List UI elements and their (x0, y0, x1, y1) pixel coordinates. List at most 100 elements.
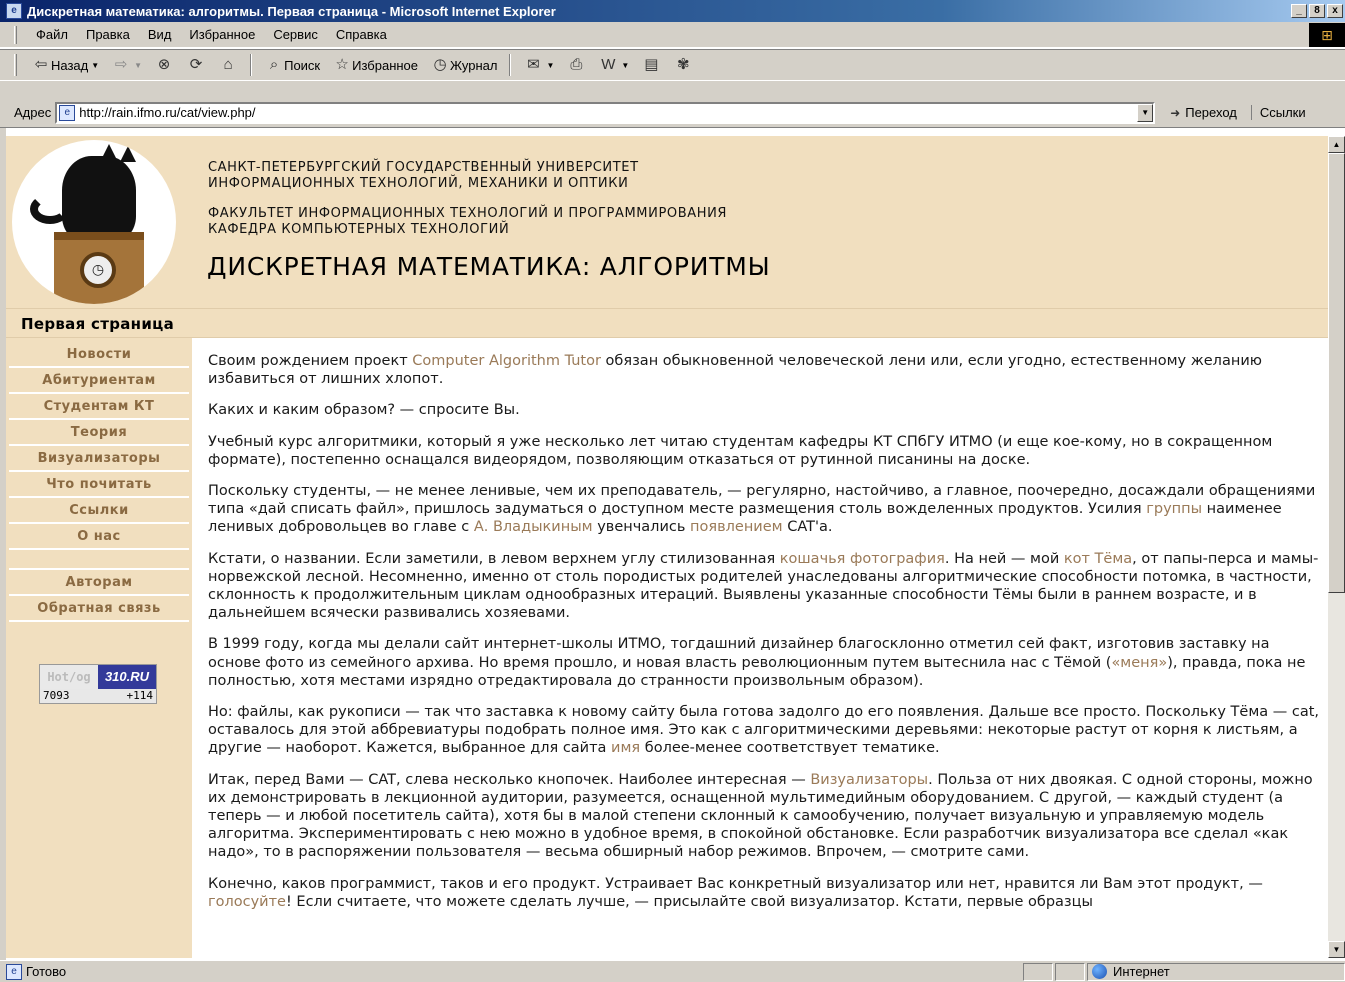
window-titlebar: e Дискретная математика: алгоритмы. Перв… (0, 0, 1345, 22)
text: Итак, перед Вами — CAT, слева несколько … (208, 771, 811, 788)
text: более-менее соответствует тематике. (640, 740, 940, 757)
menu-help[interactable]: Справка (327, 27, 396, 42)
forward-button[interactable]: ⇨ ▼ (105, 53, 148, 77)
stop-button[interactable]: ⊗ (148, 53, 180, 77)
sidebar-item-theory[interactable]: Теория (9, 422, 189, 446)
forward-dropdown-icon[interactable]: ▼ (134, 61, 142, 70)
messenger-button[interactable]: ✾ (667, 53, 699, 77)
vote-link[interactable]: голосуйте (208, 894, 286, 910)
faculty-name: ФАКУЛЬТЕТ ИНФОРМАЦИОННЫХ ТЕХНОЛОГИЙ И ПР… (208, 206, 727, 238)
sidebar-item-applicants[interactable]: Абитуриентам (9, 370, 189, 394)
text: Конечно, каков программист, таков и его … (208, 875, 1263, 892)
home-button[interactable]: ⌂ (212, 53, 244, 77)
sidebar-item-news[interactable]: Новости (9, 344, 189, 368)
scroll-down-button[interactable]: ▼ (1328, 941, 1345, 958)
counter-today: +114 (126, 689, 154, 702)
go-label: Переход (1185, 105, 1237, 120)
address-label: Адрес (14, 105, 52, 120)
back-button[interactable]: ⇦ Назад ▼ (25, 53, 105, 77)
back-dropdown-icon[interactable]: ▼ (91, 61, 99, 70)
university-line1: САНКТ-ПЕТЕРБУРГСКИЙ ГОСУДАРСТВЕННЫЙ УНИВ… (208, 160, 639, 175)
toolbar-separator (509, 54, 512, 76)
sidebar-item-visualizers[interactable]: Визуализаторы (9, 448, 189, 472)
text: Своим рождением проект (208, 353, 413, 369)
me-link[interactable]: «меня» (1111, 655, 1167, 671)
history-button[interactable]: ◷ Журнал (424, 53, 503, 77)
cat-silhouette (62, 156, 136, 242)
paragraph: Конечно, каков программист, таков и его … (208, 875, 1324, 911)
windows-logo-icon: ⊞ (1309, 22, 1345, 47)
status-cell (1023, 962, 1053, 981)
cat-project-link[interactable]: Computer Algorithm Tutor (412, 353, 601, 369)
group-link[interactable]: группы (1146, 501, 1202, 517)
discuss-button[interactable]: ▤ (635, 53, 667, 77)
menu-favorites[interactable]: Избранное (180, 27, 264, 42)
vertical-scrollbar[interactable]: ▲ ▼ (1328, 136, 1345, 958)
back-arrow-icon: ⇦ (34, 56, 48, 73)
refresh-icon: ⟳ (189, 56, 203, 73)
menu-edit[interactable]: Правка (77, 27, 139, 42)
links-button[interactable]: Ссылки (1250, 105, 1306, 120)
ie-icon: e (6, 3, 22, 19)
sidebar-item-feedback[interactable]: Обратная связь (9, 598, 189, 622)
cat-logo[interactable]: ◷ (12, 140, 176, 304)
page-viewport: ◷ САНКТ-ПЕТЕРБУРГСКИЙ ГОСУДАРСТВЕННЫЙ УН… (6, 136, 1328, 958)
sidebar-item-links[interactable]: Ссылки (9, 500, 189, 524)
standard-toolbar: ⇦ Назад ▼ ⇨ ▼ ⊗ ⟳ ⌂ ⌕ Поиск ☆ Избранное … (0, 49, 1345, 81)
sidebar-item-students[interactable]: Студентам КТ (9, 396, 189, 420)
visualizers-link[interactable]: Визуализаторы (810, 772, 928, 788)
edit-dropdown-icon[interactable]: ▼ (621, 61, 629, 70)
toolbar-grip[interactable] (14, 54, 17, 76)
paragraph: Поскольку студенты, — не менее ленивые, … (208, 482, 1324, 537)
go-button[interactable]: ➜ Переход (1165, 103, 1237, 123)
address-input[interactable]: e http://rain.ifmo.ru/cat/view.php/ ▼ (55, 101, 1156, 124)
favorites-icon: ☆ (335, 56, 349, 73)
hotlog-counter[interactable]: Hot/og 310.RU 7093 +114 (39, 664, 157, 704)
refresh-button[interactable]: ⟳ (180, 53, 212, 77)
address-url[interactable]: http://rain.ifmo.ru/cat/view.php/ (79, 105, 1137, 120)
search-button[interactable]: ⌕ Поиск (258, 53, 326, 77)
text: ! Если считаете, что можете сделать лучш… (285, 893, 1093, 910)
menu-tools[interactable]: Сервис (264, 27, 327, 42)
print-button[interactable]: ⎙ (560, 53, 592, 77)
page-title: Первая страница (21, 315, 174, 333)
globe-icon (1092, 964, 1107, 979)
minimize-button[interactable]: _ (1291, 4, 1307, 18)
discuss-icon: ▤ (644, 56, 659, 73)
word-icon: W (601, 56, 616, 73)
name-link[interactable]: имя (611, 740, 640, 756)
menu-grip[interactable] (14, 25, 17, 44)
clock-icon: ◷ (80, 252, 116, 288)
sidebar-divider (9, 552, 189, 570)
search-label: Поиск (284, 57, 321, 73)
mail-button[interactable]: ✉ ▼ (517, 53, 560, 77)
status-bar: e Готово Интернет (0, 960, 1345, 982)
site-header: ◷ САНКТ-ПЕТЕРБУРГСКИЙ ГОСУДАРСТВЕННЫЙ УН… (6, 136, 1328, 308)
favorites-button[interactable]: ☆ Избранное (326, 53, 424, 77)
cat-photo-link[interactable]: кошачья фотография (780, 551, 945, 567)
page-icon: e (59, 104, 76, 121)
sidebar-item-authors[interactable]: Авторам (9, 572, 189, 596)
page-done-icon: e (6, 963, 22, 980)
sidebar-item-reading[interactable]: Что почитать (9, 474, 189, 498)
main-content: Своим рождением проект Computer Algorith… (208, 352, 1324, 924)
scroll-up-button[interactable]: ▲ (1328, 136, 1345, 153)
cat-tema-link[interactable]: кот Тёма (1064, 551, 1132, 567)
go-arrow-icon: ➜ (1170, 105, 1181, 120)
mail-dropdown-icon[interactable]: ▼ (546, 61, 554, 70)
forward-arrow-icon: ⇨ (114, 56, 128, 73)
vladykin-link[interactable]: А. Владыкиным (474, 519, 593, 535)
paragraph: Кстати, о названии. Если заметили, в лев… (208, 550, 1324, 623)
sidebar-item-about[interactable]: О нас (9, 526, 189, 550)
counter-total: 7093 (43, 689, 70, 702)
address-dropdown-icon[interactable]: ▼ (1137, 103, 1154, 122)
restore-button[interactable]: 8 (1309, 4, 1325, 18)
menu-view[interactable]: Вид (139, 27, 181, 42)
appearance-link[interactable]: появлением (690, 519, 783, 535)
close-button[interactable]: x (1327, 4, 1343, 18)
edit-button[interactable]: W ▼ (592, 53, 635, 77)
back-label: Назад (51, 57, 89, 73)
menu-file[interactable]: Файл (27, 27, 77, 42)
text: CAT'а. (782, 519, 833, 536)
scroll-thumb[interactable] (1328, 153, 1345, 593)
